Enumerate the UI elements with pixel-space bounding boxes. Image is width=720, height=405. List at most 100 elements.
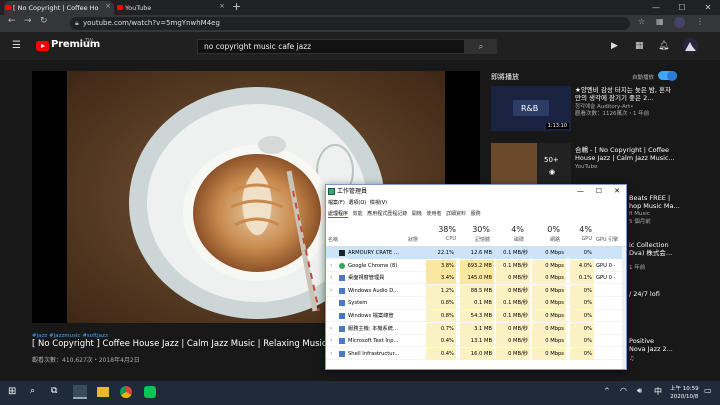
start-button-icon[interactable]: ⊞: [8, 386, 16, 397]
ime-icon[interactable]: 中: [654, 386, 662, 397]
tab-youtube[interactable]: YouTube ×: [116, 1, 228, 15]
process-row[interactable]: ARMOURY CRATE ... 22.1% 12.6 MB 0.1 MB/秒 0 M…: [326, 247, 626, 260]
tab-performance[interactable]: 效能: [353, 211, 363, 217]
recommended-channel: 청각예술 Auditory-Art•: [575, 104, 634, 110]
process-row[interactable]: › 桌面視窗管理員 3.4% 145.0 MB 0 MB/秒 0 Mbps 0.1% GPU …: [326, 272, 626, 285]
memory-total: 30%: [472, 225, 490, 234]
forward-icon[interactable]: →: [24, 16, 32, 26]
col-status[interactable]: 狀態: [404, 236, 418, 243]
col-gpu-engine[interactable]: GPU 引擎: [596, 236, 626, 243]
col-memory[interactable]: 記憶體: [460, 236, 490, 243]
process-net: 0 Mbps: [532, 272, 566, 285]
hamburger-menu-icon[interactable]: ☰: [12, 40, 21, 51]
taskbar-task-manager-icon[interactable]: [73, 385, 87, 399]
expand-chevron-icon[interactable]: ›: [330, 348, 332, 360]
process-row[interactable]: › Windows Audio D... 1.2% 88.5 MB 0 MB/秒 0 Mb…: [326, 284, 626, 297]
search-button[interactable]: ⌕: [465, 39, 497, 54]
process-cpu: 1.2%: [426, 284, 456, 297]
process-row[interactable]: › 服務主機: 本機系統... 0.7% 3.1 MB 0 MB/秒 0 Mbps 0%: [326, 322, 626, 335]
notifications-bell-icon[interactable]: 🔔︎: [658, 41, 669, 51]
autoplay-toggle[interactable]: [658, 70, 677, 81]
address-bar[interactable]: 🔒︎ youtube.com/watch?v=5mgYnwhM4eg: [70, 17, 630, 30]
task-manager-titlebar[interactable]: 工作管理員 — ☐ ✕: [326, 185, 626, 198]
extension-icon[interactable]: ▦: [656, 17, 664, 26]
process-net: 0 Mbps: [532, 322, 566, 335]
recommended-thumbnail[interactable]: R&B 1:13:10: [491, 86, 571, 131]
playlist-icon: ♫: [629, 355, 635, 362]
menu-dots-icon[interactable]: ⋮: [696, 17, 704, 26]
col-name[interactable]: 名稱: [328, 236, 338, 243]
volume-icon[interactable]: 🔊︎: [637, 386, 642, 396]
apps-grid-icon[interactable]: ▦: [635, 41, 644, 51]
col-network[interactable]: 網路: [532, 236, 560, 243]
close-tab-icon[interactable]: ×: [105, 2, 111, 10]
tm-minimize-button[interactable]: —: [577, 185, 584, 198]
close-window-button[interactable]: ✕: [696, 0, 720, 15]
minimize-button[interactable]: —: [644, 0, 668, 15]
process-cpu: 3.4%: [426, 272, 456, 285]
menu-view[interactable]: 檢視(V): [370, 200, 387, 206]
create-video-icon[interactable]: ▶︎: [611, 41, 618, 51]
expand-chevron-icon[interactable]: ›: [330, 335, 332, 347]
col-cpu[interactable]: CPU: [426, 236, 456, 242]
process-icon: [339, 313, 345, 319]
menu-file[interactable]: 檔案(F): [328, 200, 345, 206]
col-gpu[interactable]: GPU: [570, 236, 592, 242]
disk-total: 4%: [511, 225, 524, 234]
menu-options[interactable]: 選項(O): [348, 200, 366, 206]
partial-title[interactable]: Dva) 株式会...: [629, 249, 689, 257]
maximize-button[interactable]: ☐: [670, 0, 694, 15]
expand-chevron-icon[interactable]: ›: [330, 323, 332, 335]
tab-details[interactable]: 詳細資料: [446, 211, 466, 217]
tab-video[interactable]: [ No Copyright | Coffee Ho ×: [4, 1, 114, 15]
process-row[interactable]: › Google Chrome (8) 3.8% 693.2 MB 0.1 MB/秒 0 …: [326, 259, 626, 272]
close-tab-icon[interactable]: ×: [219, 2, 225, 10]
file-explorer-icon[interactable]: [97, 387, 109, 397]
process-gpu: 0%: [570, 310, 594, 322]
tm-maximize-button[interactable]: ☐: [596, 185, 602, 198]
recommended-title[interactable]: 合輯 - [ No Copyright | Coffee House Jazz …: [575, 146, 675, 162]
expand-chevron-icon[interactable]: ›: [330, 272, 332, 284]
back-icon[interactable]: ←: [8, 16, 16, 26]
expand-chevron-icon[interactable]: ›: [330, 260, 332, 272]
tab-startup[interactable]: 開機: [412, 211, 422, 217]
col-disk[interactable]: 磁碟: [496, 236, 524, 243]
tm-scrollbar[interactable]: [622, 247, 626, 369]
process-row[interactable]: Windows 檔案總管 0.8% 54.3 MB 0.1 MB/秒 0 Mbps 0%: [326, 310, 626, 323]
line-icon[interactable]: [144, 386, 156, 398]
task-manager-window[interactable]: 工作管理員 — ☐ ✕ 檔案(F) 選項(O) 檢視(V) 處理程序 效能 應用…: [325, 184, 627, 370]
taskbar-clock[interactable]: 上午 10:59 2020/10/8: [670, 385, 699, 401]
tray-chevron-icon[interactable]: ^: [604, 387, 610, 395]
chrome-icon[interactable]: [120, 386, 132, 398]
search-icon[interactable]: ⌕: [30, 386, 35, 396]
reload-icon[interactable]: ↻: [40, 16, 48, 26]
new-tab-button[interactable]: +: [232, 0, 241, 13]
task-view-icon[interactable]: ⧉: [51, 386, 57, 396]
youtube-logo-icon[interactable]: [36, 41, 49, 51]
process-row[interactable]: › Shell Infrastructur... 0.4% 16.0 MB 0 MB/秒…: [326, 347, 626, 360]
process-row[interactable]: System 0.8% 0.1 MB 0.1 MB/秒 0 Mbps 0%: [326, 297, 626, 310]
partial-title[interactable]: Nova Jazz 2...: [629, 345, 689, 353]
partial-title[interactable]: hop Music Ma...: [629, 202, 689, 210]
avatar[interactable]: [683, 38, 698, 53]
search-input[interactable]: no copyright music cafe jazz: [197, 39, 465, 54]
profile-icon[interactable]: [674, 17, 685, 28]
process-cpu: 3.8%: [426, 259, 456, 272]
playlist-thumbnail[interactable]: 50+ ◉: [491, 143, 571, 188]
tab-services[interactable]: 服務: [471, 211, 481, 217]
tab-app-history[interactable]: 應用程式歷程記錄: [367, 211, 407, 217]
wifi-icon[interactable]: ◠: [620, 386, 627, 395]
partial-title[interactable]: Beats FREE |: [629, 194, 689, 202]
recommended-title[interactable]: ★양엔비 감성 터지는 늦은 밤, 혼자만의 생각에 잠기기 좋은 2...: [575, 86, 675, 102]
expand-chevron-icon[interactable]: ›: [330, 285, 332, 297]
partial-title[interactable]: ic Collection: [629, 241, 689, 249]
tab-processes[interactable]: 處理程序: [328, 211, 349, 218]
search-icon: ⌕: [478, 42, 484, 51]
star-icon[interactable]: ☆: [638, 17, 645, 26]
tm-close-button[interactable]: ✕: [614, 185, 620, 198]
process-row[interactable]: › Microsoft Text Inp... 0.4% 13.1 MB 0 MB/秒 0…: [326, 335, 626, 348]
partial-title[interactable]: Positive: [629, 337, 689, 345]
tab-users[interactable]: 使用者: [426, 211, 441, 217]
notifications-icon[interactable]: ▭: [704, 386, 712, 395]
partial-title[interactable]: / 24/7 lofi: [629, 290, 689, 298]
